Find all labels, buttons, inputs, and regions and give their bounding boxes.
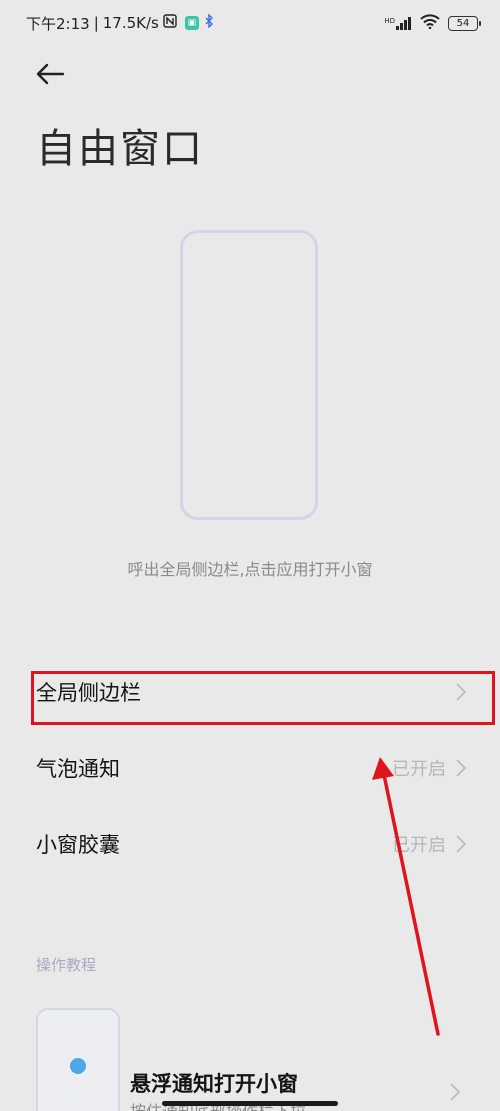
arrow-left-icon [36,63,65,85]
section-header-tutorial: 操作教程 [36,956,97,974]
setting-row-small-window-capsule[interactable]: 小窗胶囊 已开启 [0,814,500,874]
battery-icon: 54 [448,15,481,31]
wifi-icon [420,13,440,33]
status-net-speed: 17.5K/s [102,14,159,32]
app-notification-icon: ▣ [184,16,199,30]
back-button[interactable] [30,56,70,92]
network-type-label: HD [384,16,395,25]
setting-value: 已开启 [392,835,446,856]
battery-level: 54 [456,17,470,29]
tutorial-item[interactable]: 悬浮通知打开小窗 按住通知底部操作栏下拉 [0,1000,500,1111]
setting-label: 气泡通知 [36,757,120,781]
tutorial-thumbnail [36,1008,120,1111]
setting-value: 已开启 [392,759,446,780]
phone-illustration [180,230,318,520]
nfc-icon [163,14,177,32]
chevron-right-icon [456,835,467,853]
chevron-right-icon [456,759,467,777]
bluetooth-icon [203,13,215,32]
setting-label: 小窗胶囊 [36,833,120,857]
home-indicator [162,1101,338,1106]
highlight-box [31,671,495,725]
status-separator: | [93,14,99,32]
setting-row-bubble-notification[interactable]: 气泡通知 已开启 [0,738,500,798]
status-time: 下午2:13 [26,14,90,33]
page-title: 自由窗口 [36,126,204,172]
setting-right: 已开启 [392,831,468,857]
signal-icon: HD [384,16,412,30]
chevron-right-icon [450,1083,461,1101]
illustration-caption: 呼出全局侧边栏,点击应用打开小窗 [127,560,373,579]
status-bar: 下午2:13 | 17.5K/s ▣ HD 54 [0,0,500,46]
tutorial-dot-icon [70,1058,86,1074]
status-left: 下午2:13 | 17.5K/s ▣ [26,13,215,34]
tutorial-title: 悬浮通知打开小窗 [130,1072,298,1096]
status-right: HD 54 [384,13,481,33]
setting-right: 已开启 [392,755,468,781]
